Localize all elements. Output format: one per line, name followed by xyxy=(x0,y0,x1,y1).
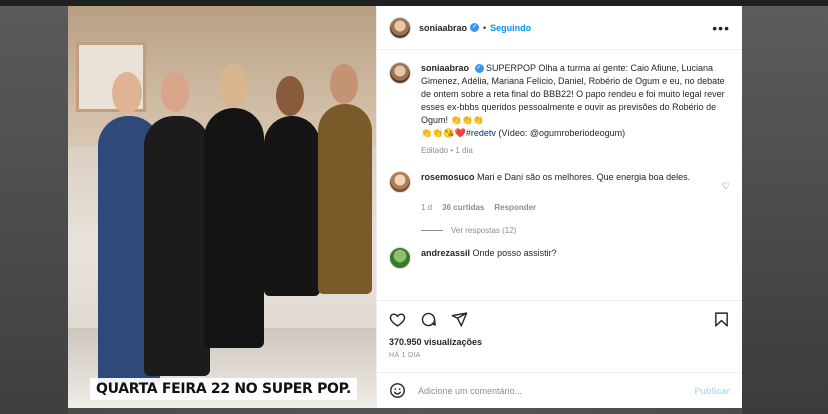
post-details-panel: soniaabrao ✓ • Seguindo ••• soniaabrao ✓… xyxy=(376,6,742,408)
commenter-username[interactable]: andrezassil xyxy=(421,248,470,258)
more-options-icon[interactable]: ••• xyxy=(712,20,730,36)
post-age: HÁ 1 DIA xyxy=(389,352,421,359)
backdrop-left-strip xyxy=(0,6,68,414)
like-comment-heart-icon[interactable]: ♡ xyxy=(722,181,730,192)
person-4-head xyxy=(276,76,304,116)
view-count[interactable]: 370.950 visualizações xyxy=(389,337,730,347)
commenter-username[interactable]: rosemosuco xyxy=(421,172,475,182)
comment-composer: Publicar xyxy=(377,372,742,408)
comment-bubble-icon[interactable] xyxy=(420,311,437,328)
comment-likes[interactable]: 36 curtidas xyxy=(442,203,484,212)
edited-separator: • xyxy=(450,146,454,155)
post-modal: QUARTA FEIRA 22 NO SUPER POP. soniaabrao… xyxy=(68,6,742,408)
comment-text-block: rosemosuco Mari e Dani são os melhores. … xyxy=(421,171,717,193)
save-bookmark-icon[interactable] xyxy=(713,311,730,328)
share-paper-plane-icon[interactable] xyxy=(451,311,468,328)
post-caption: soniaabrao ✓ SUPERPOP Olha a turma aí ge… xyxy=(389,62,730,140)
person-2 xyxy=(144,116,210,376)
action-icons xyxy=(389,309,730,329)
post-header: soniaabrao ✓ • Seguindo ••• xyxy=(377,6,742,50)
edited-time: 1 dia xyxy=(455,146,473,155)
comment-input[interactable] xyxy=(418,385,695,396)
backdrop-right-strip xyxy=(742,6,828,414)
person-5 xyxy=(318,104,372,294)
following-button[interactable]: Seguindo xyxy=(490,23,531,33)
comment-text-block: andrezassil Onde posso assistir? xyxy=(421,247,717,269)
publish-button[interactable]: Publicar xyxy=(694,386,730,396)
comment-meta: 1 d 36 curtidas Responder xyxy=(421,203,730,212)
caption-author-avatar[interactable] xyxy=(389,62,411,84)
comment-text: Onde posso assistir? xyxy=(472,248,557,258)
emoji-picker-icon[interactable] xyxy=(389,382,406,399)
header-separator: • xyxy=(483,22,487,33)
person-5-head xyxy=(330,64,358,104)
reply-button[interactable]: Responder xyxy=(494,203,536,212)
video-credit: (Vídeo: @ogumroberiodeogum) xyxy=(498,128,626,138)
replies-line xyxy=(421,230,443,231)
verified-badge-icon: ✓ xyxy=(470,23,480,32)
video-caption: QUARTA FEIRA 22 NO SUPER POP. xyxy=(90,378,358,400)
person-3-head xyxy=(218,64,248,108)
comment-text: Mari e Dani são os melhores. Que energia… xyxy=(477,172,691,182)
like-heart-icon[interactable] xyxy=(389,311,406,328)
caption-emojis: 👏👏😘❤️ xyxy=(421,128,466,138)
person-3 xyxy=(204,108,264,348)
post-actions: 370.950 visualizações HÁ 1 DIA xyxy=(377,300,742,372)
edited-meta: Editado • 1 dia xyxy=(421,146,730,155)
hashtag-link[interactable]: #redetv xyxy=(466,128,496,138)
comment-item: andrezassil Onde posso assistir? xyxy=(389,247,730,269)
comment-item: rosemosuco Mari e Dani são os melhores. … xyxy=(389,171,730,193)
view-replies-label[interactable]: Ver respostas (12) xyxy=(451,226,516,235)
caption-author[interactable]: soniaabrao xyxy=(421,63,469,73)
caption-text-block: soniaabrao ✓ SUPERPOP Olha a turma aí ge… xyxy=(421,62,730,140)
view-replies[interactable]: Ver respostas (12) xyxy=(421,226,730,235)
person-1-head xyxy=(112,72,142,114)
commenter-avatar[interactable] xyxy=(389,171,411,193)
comment-time: 1 d xyxy=(421,203,433,212)
author-avatar[interactable] xyxy=(389,16,411,39)
caption-verified-icon: ✓ xyxy=(474,64,484,74)
post-video[interactable]: QUARTA FEIRA 22 NO SUPER POP. xyxy=(68,6,376,408)
commenter-avatar[interactable] xyxy=(389,247,411,269)
edited-label: Editado xyxy=(421,146,449,155)
comments-scroll-area[interactable]: soniaabrao ✓ SUPERPOP Olha a turma aí ge… xyxy=(377,50,742,300)
person-4 xyxy=(264,116,320,296)
person-2-head xyxy=(161,72,189,112)
author-username[interactable]: soniaabrao xyxy=(419,23,467,33)
